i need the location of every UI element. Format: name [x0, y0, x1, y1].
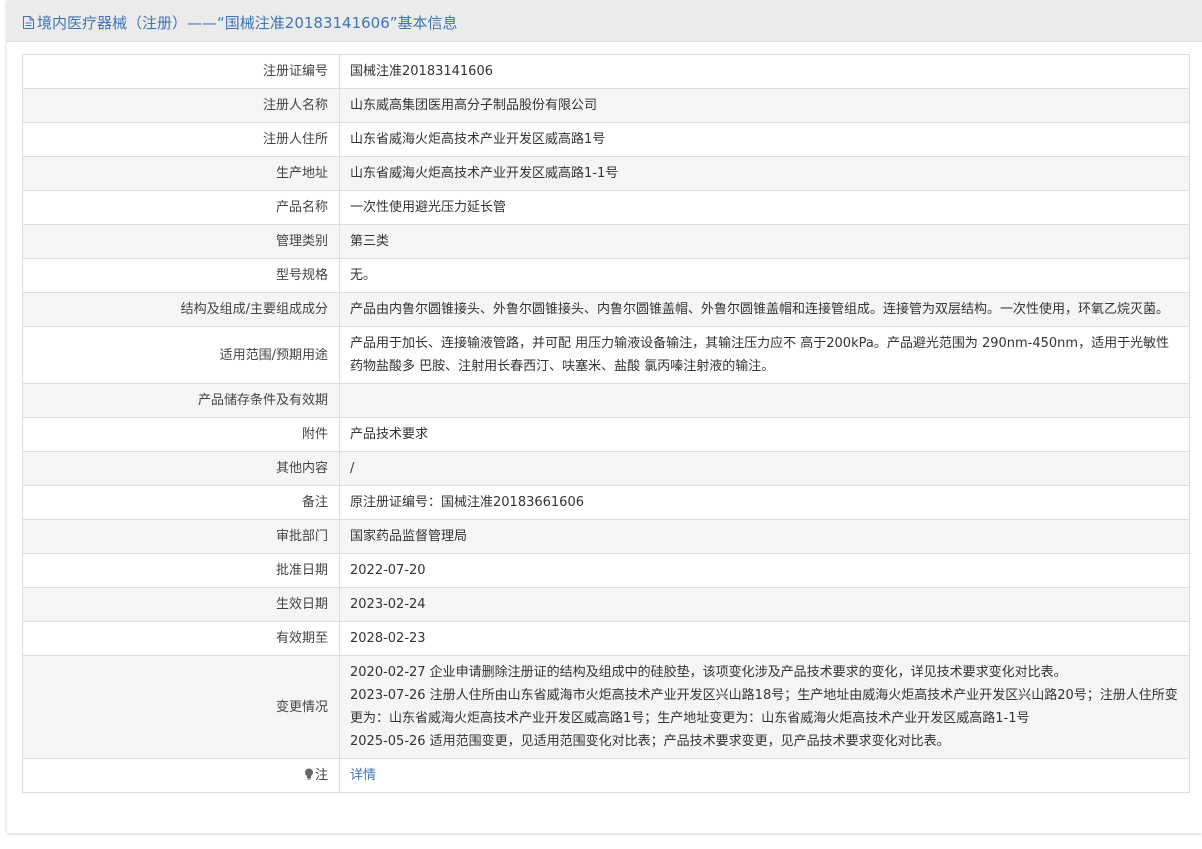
details-link[interactable]: 详情 — [350, 768, 376, 783]
row-value-registration-number: 国械注准20183141606 — [339, 54, 1190, 89]
row-value-storage-validity — [339, 383, 1190, 418]
table-row: 备注 原注册证编号：国械注准20183661606 — [22, 485, 1190, 520]
row-value-registrant-name: 山东威高集团医用高分子制品股份有限公司 — [339, 88, 1190, 123]
row-label-registration-number: 注册证编号 — [22, 54, 340, 89]
row-value-changes: 2020-02-27 企业申请删除注册证的结构及组成中的硅胶垫，该项变化涉及产品… — [339, 655, 1190, 759]
row-value-intended-use: 产品用于加长、连接输液管路，并可配 用压力输液设备输注，其输注压力应不 高于20… — [339, 326, 1190, 384]
row-label-changes: 变更情况 — [22, 655, 340, 759]
row-label-approval-department: 审批部门 — [22, 519, 340, 554]
table-row: 注 详情 — [22, 758, 1190, 793]
row-label-approval-date: 批准日期 — [22, 553, 340, 588]
registration-info-table: 注册证编号 国械注准20183141606 注册人名称 山东威高集团医用高分子制… — [22, 54, 1190, 793]
table-row: 注册人名称 山东威高集团医用高分子制品股份有限公司 — [22, 88, 1190, 123]
table-row: 有效期至 2028-02-23 — [22, 621, 1190, 656]
table-row: 附件 产品技术要求 — [22, 417, 1190, 452]
table-row: 批准日期 2022-07-20 — [22, 553, 1190, 588]
row-value-attachment: 产品技术要求 — [339, 417, 1190, 452]
row-value-model-spec: 无。 — [339, 258, 1190, 293]
row-label-production-address: 生产地址 — [22, 156, 340, 191]
row-label-model-spec: 型号规格 — [22, 258, 340, 293]
table-row: 变更情况 2020-02-27 企业申请删除注册证的结构及组成中的硅胶垫，该项变… — [22, 655, 1190, 759]
table-row: 管理类别 第三类 — [22, 224, 1190, 259]
table-row: 适用范围/预期用途 产品用于加长、连接输液管路，并可配 用压力输液设备输注，其输… — [22, 326, 1190, 384]
lightbulb-icon — [304, 765, 314, 780]
row-label-structure-composition: 结构及组成/主要组成成分 — [22, 292, 340, 327]
table-row: 结构及组成/主要组成成分 产品由内鲁尔圆锥接头、外鲁尔圆锥接头、内鲁尔圆锥盖帽、… — [22, 292, 1190, 327]
row-label-registrant-address: 注册人住所 — [22, 122, 340, 157]
row-label-remarks: 备注 — [22, 485, 340, 520]
table-row: 生效日期 2023-02-24 — [22, 587, 1190, 622]
row-value-management-category: 第三类 — [339, 224, 1190, 259]
row-value-note: 详情 — [339, 758, 1190, 793]
row-value-approval-department: 国家药品监督管理局 — [339, 519, 1190, 554]
table-row: 产品名称 一次性使用避光压力延长管 — [22, 190, 1190, 225]
row-label-other-content: 其他内容 — [22, 451, 340, 486]
row-label-note: 注 — [22, 758, 340, 793]
row-label-attachment: 附件 — [22, 417, 340, 452]
row-label-registrant-name: 注册人名称 — [22, 88, 340, 123]
row-value-effective-date: 2023-02-24 — [339, 587, 1190, 622]
page-title: 境内医疗器械（注册）——“国械注准20183141606”基本信息 — [37, 13, 458, 32]
change-entry: 2023-07-26 注册人住所由山东省威海市火炬高技术产业开发区兴山路18号；… — [350, 688, 1178, 726]
panel-header: 境内医疗器械（注册）——“国械注准20183141606”基本信息 — [7, 0, 1202, 42]
table-row: 注册证编号 国械注准20183141606 — [22, 54, 1190, 89]
table-row: 型号规格 无。 — [22, 258, 1190, 293]
header-title-bar: 境内医疗器械（注册）——“国械注准20183141606”基本信息 — [23, 12, 458, 32]
table-row: 注册人住所 山东省威海火炬高技术产业开发区威高路1号 — [22, 122, 1190, 157]
table-row: 审批部门 国家药品监督管理局 — [22, 519, 1190, 554]
row-value-product-name: 一次性使用避光压力延长管 — [339, 190, 1190, 225]
row-value-expiry-date: 2028-02-23 — [339, 621, 1190, 656]
row-value-registrant-address: 山东省威海火炬高技术产业开发区威高路1号 — [339, 122, 1190, 157]
note-label: 注 — [314, 768, 328, 783]
row-label-expiry-date: 有效期至 — [22, 621, 340, 656]
change-entry: 2020-02-27 企业申请删除注册证的结构及组成中的硅胶垫，该项变化涉及产品… — [350, 665, 1067, 680]
row-label-effective-date: 生效日期 — [22, 587, 340, 622]
row-value-remarks: 原注册证编号：国械注准20183661606 — [339, 485, 1190, 520]
row-label-product-name: 产品名称 — [22, 190, 340, 225]
table-row: 其他内容 / — [22, 451, 1190, 486]
row-value-production-address: 山东省威海火炬高技术产业开发区威高路1-1号 — [339, 156, 1190, 191]
document-icon — [23, 15, 34, 29]
row-value-approval-date: 2022-07-20 — [339, 553, 1190, 588]
change-entry: 2025-05-26 适用范围变更，见适用范围变化对比表；产品技术要求变更，见产… — [350, 734, 950, 749]
table-row: 生产地址 山东省威海火炬高技术产业开发区威高路1-1号 — [22, 156, 1190, 191]
row-label-intended-use: 适用范围/预期用途 — [22, 326, 340, 384]
row-value-structure-composition: 产品由内鲁尔圆锥接头、外鲁尔圆锥接头、内鲁尔圆锥盖帽、外鲁尔圆锥盖帽和连接管组成… — [339, 292, 1190, 327]
row-label-storage-validity: 产品储存条件及有效期 — [22, 383, 340, 418]
row-value-other-content: / — [339, 451, 1190, 486]
info-panel: 境内医疗器械（注册）——“国械注准20183141606”基本信息 注册证编号 … — [7, 0, 1202, 833]
row-label-management-category: 管理类别 — [22, 224, 340, 259]
table-row: 产品储存条件及有效期 — [22, 383, 1190, 418]
